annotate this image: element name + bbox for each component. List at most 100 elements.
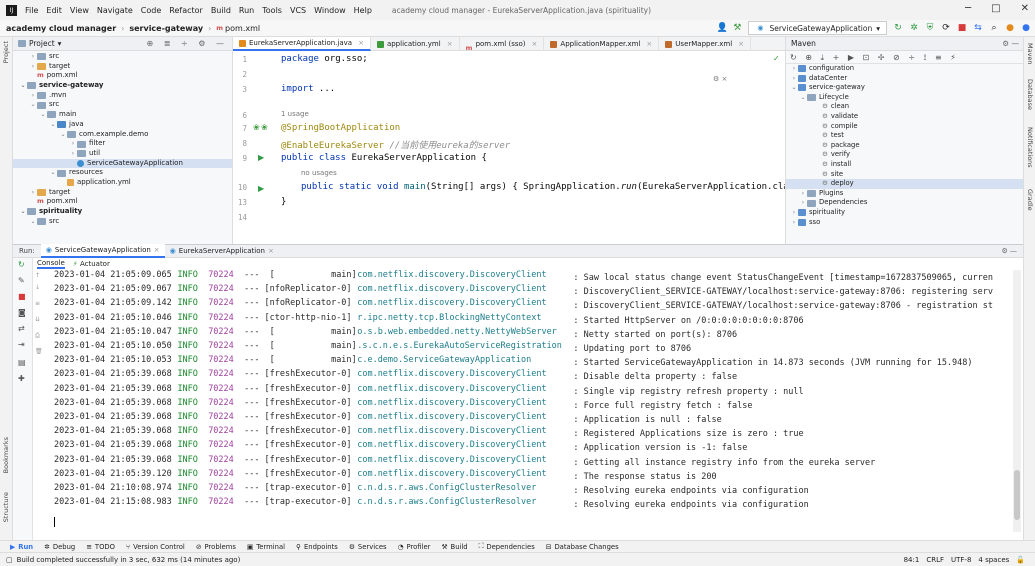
close-tab-icon[interactable]: × — [447, 37, 453, 51]
maximize-icon[interactable]: □ — [991, 3, 1000, 14]
file-encoding[interactable]: UTF-8 — [951, 556, 971, 564]
menu-edit[interactable]: Edit — [46, 6, 62, 15]
maven-item[interactable]: ⚙ compile — [786, 122, 1023, 132]
close-tab-icon[interactable]: × — [738, 37, 744, 51]
tree-item[interactable]: m pom.xml — [13, 71, 232, 81]
stop-icon[interactable]: ■ — [18, 292, 26, 301]
chevron-right-icon[interactable]: › — [790, 74, 798, 84]
user-icon[interactable]: 👤 — [716, 23, 727, 33]
indent-setting[interactable]: 4 spaces — [978, 556, 1009, 564]
run-tab[interactable]: ◉ ServiceGatewayApplication × — [40, 244, 165, 258]
maven-tool-tab[interactable]: Maven — [1026, 43, 1034, 65]
maven-item[interactable]: ⚙ verify — [786, 150, 1023, 160]
tree-item[interactable]: application.yml — [13, 178, 232, 188]
maven-item[interactable]: ⚙ package — [786, 141, 1023, 151]
bottom-tab-debug[interactable]: ✲ Debug — [44, 543, 75, 551]
chevron-down-icon[interactable]: ⌄ — [19, 81, 27, 91]
maven-toolbar[interactable]: ↻ ⊕ ⤓ + ▶ ⊡ ✢ ⊘ ÷ ⟟ ≡ ⚡ — [786, 51, 1023, 64]
update-icon[interactable]: ● — [1005, 23, 1015, 33]
chevron-right-icon[interactable]: › — [790, 64, 798, 74]
bottom-tab-services[interactable]: ⚙ Services — [349, 543, 387, 551]
run-gutter-icon[interactable]: ▶ — [258, 153, 264, 162]
maven-item[interactable]: ⌄ service-gateway — [786, 83, 1023, 93]
maven-item[interactable]: › Dependencies — [786, 198, 1023, 208]
chevron-down-icon[interactable]: ⌄ — [49, 120, 57, 130]
tree-item[interactable]: ⌄ java — [13, 120, 232, 130]
pin-icon[interactable]: ✚ — [18, 374, 25, 383]
print-icon[interactable]: ⎙ — [35, 332, 40, 340]
chevron-down-icon[interactable]: ⌄ — [19, 207, 27, 217]
scroll-up-icon[interactable]: ↑ — [35, 272, 40, 279]
structure-tool-tab[interactable]: Structure — [2, 492, 10, 522]
tree-item[interactable]: › filter — [13, 139, 232, 149]
run-configuration-select[interactable]: ◉ ServiceGatewayApplication ▾ — [748, 21, 887, 35]
wrench-icon[interactable]: ✎ — [18, 276, 25, 285]
menu-window[interactable]: Window — [314, 6, 346, 15]
bottom-tab-profiler[interactable]: ◔ Profiler — [398, 543, 431, 551]
soft-wrap-icon[interactable]: ≡ — [35, 300, 40, 307]
maven-item[interactable]: › spirituality — [786, 208, 1023, 218]
editor-tab[interactable]: application.yml × — [371, 37, 460, 51]
camera-icon[interactable]: ◙ — [18, 308, 26, 317]
chevron-down-icon[interactable]: ⌄ — [29, 100, 37, 110]
chevron-right-icon[interactable]: › — [799, 189, 807, 199]
breadcrumb-module[interactable]: service-gateway — [129, 24, 203, 33]
bottom-tab-endpoints[interactable]: ⚲ Endpoints — [296, 543, 338, 551]
translate-icon[interactable]: ⇆ — [973, 23, 983, 33]
editor-tab[interactable]: m pom.xml (sso) × — [460, 37, 545, 52]
tree-item[interactable]: › target — [13, 62, 232, 72]
chevron-down-icon[interactable]: ⌄ — [790, 83, 798, 93]
bottom-tab-todo[interactable]: ≡ TODO — [86, 543, 115, 551]
console-scrollbar[interactable] — [1013, 270, 1021, 532]
close-tab-icon[interactable]: × — [358, 36, 364, 50]
restore-layout-icon[interactable]: ⇄ — [18, 324, 25, 333]
chevron-down-icon[interactable]: ⌄ — [59, 130, 67, 140]
maven-item[interactable]: ⚙ deploy — [786, 179, 1023, 189]
maven-item[interactable]: ⚙ test — [786, 131, 1023, 141]
chevron-right-icon[interactable]: › — [69, 149, 77, 159]
bottom-tab-version-control[interactable]: ⑂ Version Control — [126, 543, 185, 551]
tree-item[interactable]: ⌄ main — [13, 110, 232, 120]
menu-navigate[interactable]: Navigate — [97, 6, 133, 15]
tree-item[interactable]: › util — [13, 149, 232, 159]
maven-item[interactable]: ⚙ install — [786, 160, 1023, 170]
tree-item[interactable]: ⌄ src — [13, 100, 232, 110]
scroll-down-icon[interactable]: ↓ — [35, 284, 40, 291]
editor-tab[interactable]: EurekaServerApplication.java × — [233, 37, 371, 51]
stop-icon[interactable]: ■ — [957, 23, 967, 33]
menu-code[interactable]: Code — [141, 6, 161, 15]
maven-item[interactable]: ⚙ site — [786, 170, 1023, 180]
editor-tab[interactable]: UserMapper.xml × — [659, 37, 752, 51]
chevron-right-icon[interactable]: › — [790, 208, 798, 218]
more-run-icon[interactable]: ⟳ — [941, 23, 951, 33]
exit-icon[interactable]: ⇥ — [18, 340, 25, 349]
bottom-tab-terminal[interactable]: ▣ Terminal — [247, 543, 285, 551]
tree-item[interactable]: ⌄ service-gateway — [13, 81, 232, 91]
menu-tools[interactable]: Tools — [262, 6, 282, 15]
debug-icon[interactable]: ✲ — [909, 23, 919, 33]
chevron-right-icon[interactable]: › — [69, 139, 77, 149]
close-tab-icon[interactable]: × — [646, 37, 652, 51]
tree-item[interactable]: ⌄ src — [13, 217, 232, 227]
maven-item[interactable]: › dataCenter — [786, 74, 1023, 84]
chevron-right-icon[interactable]: › — [29, 91, 37, 101]
maven-panel-options-icon[interactable]: ⚙ — — [1002, 37, 1019, 51]
tree-item[interactable]: › src — [13, 52, 232, 62]
code-editor[interactable]: 1 2 3 6 7 8 9 10 13 14 ❀ ❀ ▶ ▶ package org.sso; i… — [233, 51, 785, 244]
scrollbar-thumb[interactable] — [1014, 470, 1020, 520]
spring-config-icon[interactable]: ❀ — [261, 123, 268, 132]
bottom-tab-dependencies[interactable]: ⛶ Dependencies — [479, 542, 535, 551]
maven-item[interactable]: › sso — [786, 218, 1023, 228]
tree-item[interactable]: ⌄ resources — [13, 168, 232, 178]
cursor-position[interactable]: 84:1 — [904, 556, 920, 564]
chevron-right-icon[interactable]: › — [29, 188, 37, 198]
project-panel-tools[interactable]: ⊕ ≣ ÷ ⚙ — — [147, 39, 228, 48]
tree-item[interactable]: › target — [13, 188, 232, 198]
bottom-tab-database-changes[interactable]: ⊟ Database Changes — [546, 543, 619, 551]
run-panel-options-icon[interactable]: ⚙ — — [1001, 247, 1017, 255]
editor-tab[interactable]: ApplicationMapper.xml × — [544, 37, 660, 51]
chevron-down-icon[interactable]: ⌄ — [799, 93, 807, 103]
maven-item[interactable]: › Plugins — [786, 189, 1023, 199]
chevron-right-icon[interactable]: › — [790, 218, 798, 228]
maven-item[interactable]: › configuration — [786, 64, 1023, 74]
